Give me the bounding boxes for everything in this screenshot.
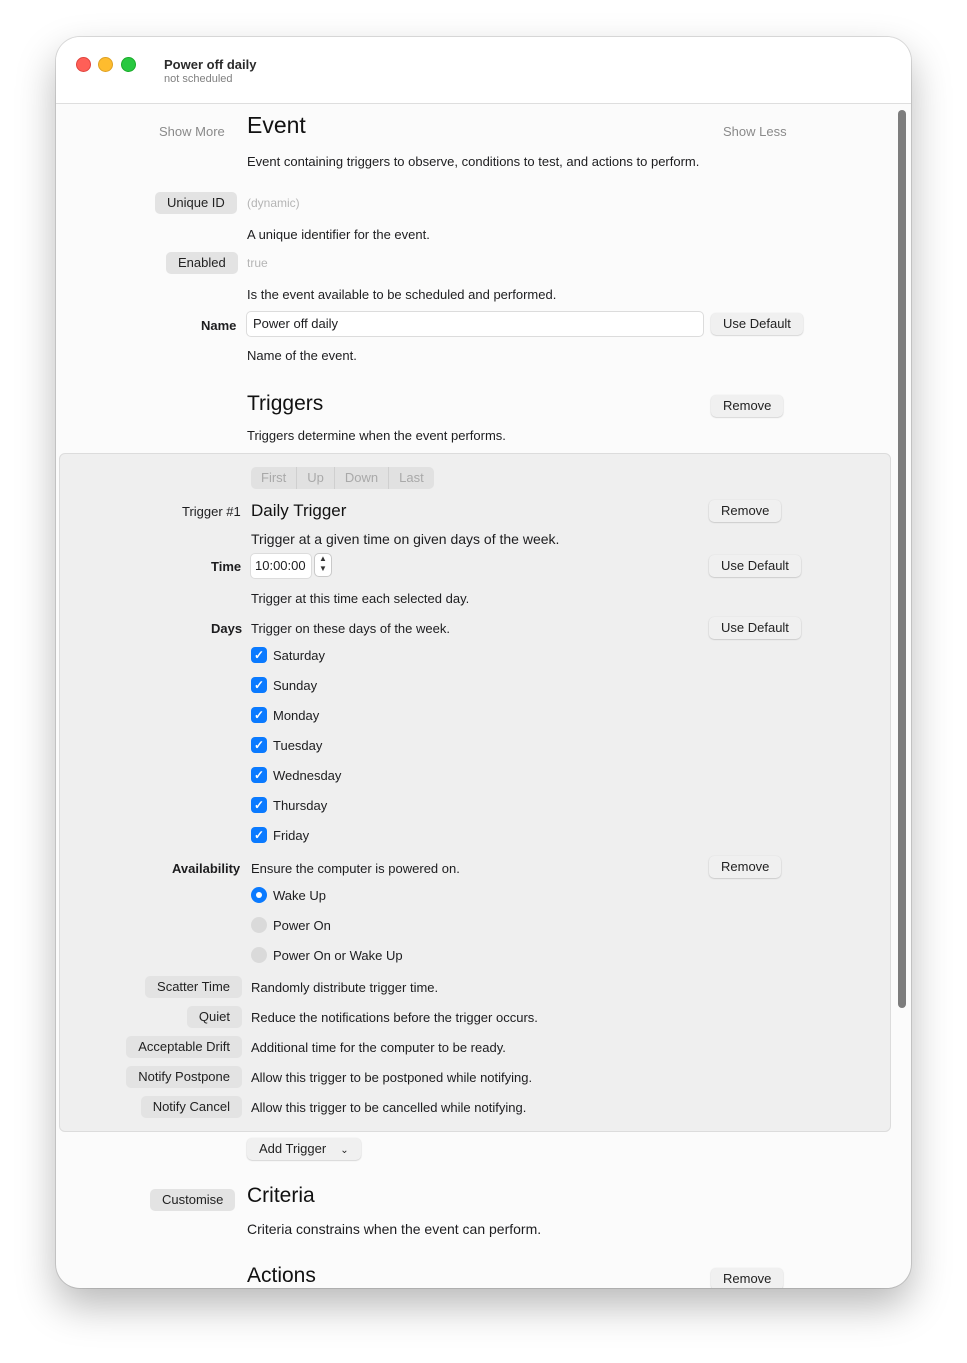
unique-id-help: A unique identifier for the event. (247, 227, 430, 242)
availability-label: Availability (172, 861, 241, 876)
notify-postpone-button[interactable]: Notify Postpone (126, 1066, 242, 1088)
trigger-title: Daily Trigger (251, 501, 347, 520)
order-first-button[interactable]: First (251, 467, 298, 489)
enabled-help: Is the event available to be scheduled a… (247, 287, 557, 302)
checkbox-thursday[interactable]: ✓ (251, 797, 267, 813)
availability-option-power-on-or-wake-up: Power On or Wake Up (273, 948, 403, 963)
show-less-link[interactable]: Show Less (723, 124, 787, 139)
show-more-link[interactable]: Show More (159, 124, 225, 139)
enabled-value: true (247, 256, 268, 270)
availability-option-wake-up: Wake Up (273, 888, 326, 903)
actions-remove-button[interactable]: Remove (711, 1268, 784, 1288)
availability-help: Ensure the computer is powered on. (251, 861, 460, 876)
actions-heading: Actions (247, 1264, 316, 1287)
checkbox-friday[interactable]: ✓ (251, 827, 267, 843)
add-trigger-label: Add Trigger (259, 1141, 327, 1156)
order-down-button[interactable]: Down (335, 467, 390, 489)
vertical-scrollbar[interactable] (898, 110, 906, 1008)
unique-id-value: (dynamic) (247, 196, 300, 210)
add-trigger-popup[interactable]: Add Trigger ⌄ (247, 1138, 361, 1160)
day-label-monday: Monday (273, 708, 320, 723)
checkbox-saturday[interactable]: ✓ (251, 647, 267, 663)
time-stepper[interactable]: ▲ ▼ (314, 553, 332, 577)
days-help: Trigger on these days of the week. (251, 621, 450, 636)
day-label-tuesday: Tuesday (273, 738, 323, 753)
time-help: Trigger at this time each selected day. (251, 591, 470, 606)
zoom-window-button[interactable] (121, 57, 136, 72)
trigger-remove-button[interactable]: Remove (709, 500, 782, 522)
checkbox-wednesday[interactable]: ✓ (251, 767, 267, 783)
radio-power-on-or-wake-up[interactable] (251, 947, 267, 963)
radio-wake-up[interactable] (251, 887, 267, 903)
triggers-heading: Triggers (247, 392, 324, 415)
notify-postpone-help: Allow this trigger to be postponed while… (251, 1070, 533, 1085)
window-title: Power off daily (164, 57, 257, 72)
triggers-description: Triggers determine when the event perfor… (247, 428, 506, 443)
radio-power-on[interactable] (251, 917, 267, 933)
event-description: Event containing triggers to observe, co… (247, 154, 700, 169)
enabled-button[interactable]: Enabled (166, 252, 238, 274)
days-use-default-button[interactable]: Use Default (709, 617, 801, 639)
name-label: Name (201, 318, 237, 333)
time-use-default-button[interactable]: Use Default (709, 555, 801, 577)
event-editor: Show More Event Show Less Event containi… (56, 104, 911, 1288)
app-window: Power off daily not scheduled Show More … (56, 37, 911, 1288)
availability-option-power-on: Power On (273, 918, 331, 933)
checkbox-sunday[interactable]: ✓ (251, 677, 267, 693)
close-window-button[interactable] (76, 57, 91, 72)
name-field[interactable]: Power off daily (246, 311, 704, 337)
acceptable-drift-button[interactable]: Acceptable Drift (126, 1036, 242, 1058)
time-field[interactable]: 10:00:00 (250, 553, 312, 579)
checkbox-tuesday[interactable]: ✓ (251, 737, 267, 753)
scatter-time-button[interactable]: Scatter Time (145, 976, 242, 998)
notify-cancel-help: Allow this trigger to be cancelled while… (251, 1100, 527, 1115)
order-up-button[interactable]: Up (297, 467, 335, 489)
trigger-panel: First Up Down Last Trigger #1 Daily Trig… (59, 453, 891, 1132)
day-label-friday: Friday (273, 828, 310, 843)
order-last-button[interactable]: Last (389, 467, 434, 489)
acceptable-drift-help: Additional time for the computer to be r… (251, 1040, 506, 1055)
unique-id-button[interactable]: Unique ID (155, 192, 237, 214)
availability-remove-button[interactable]: Remove (709, 856, 782, 878)
scatter-time-help: Randomly distribute trigger time. (251, 980, 439, 995)
day-label-sunday: Sunday (273, 678, 318, 693)
customise-button[interactable]: Customise (150, 1189, 236, 1211)
day-label-wednesday: Wednesday (273, 768, 342, 783)
trigger-description: Trigger at a given time on given days of… (251, 531, 560, 547)
trigger-order-control: First Up Down Last (251, 467, 434, 489)
title-bar: Power off daily not scheduled (56, 37, 911, 104)
checkbox-monday[interactable]: ✓ (251, 707, 267, 723)
quiet-button[interactable]: Quiet (186, 1006, 242, 1028)
days-label: Days (211, 621, 243, 636)
chevron-up-icon[interactable]: ▲ (315, 554, 331, 564)
window-subtitle: not scheduled (164, 73, 233, 85)
minimize-window-button[interactable] (98, 57, 113, 72)
criteria-heading: Criteria (247, 1184, 315, 1207)
chevron-down-icon: ⌄ (340, 1145, 349, 1156)
quiet-help: Reduce the notifications before the trig… (251, 1010, 538, 1025)
event-heading: Event (247, 112, 306, 138)
time-label: Time (211, 559, 242, 574)
name-use-default-button[interactable]: Use Default (711, 313, 803, 335)
day-label-saturday: Saturday (273, 648, 326, 663)
triggers-remove-button[interactable]: Remove (711, 395, 784, 417)
chevron-down-icon[interactable]: ▼ (315, 564, 331, 574)
trigger-number-label: Trigger #1 (182, 504, 241, 519)
day-label-thursday: Thursday (273, 798, 328, 813)
criteria-description: Criteria constrains when the event can p… (247, 1221, 542, 1237)
notify-cancel-button[interactable]: Notify Cancel (140, 1096, 242, 1118)
name-help: Name of the event. (247, 348, 357, 363)
